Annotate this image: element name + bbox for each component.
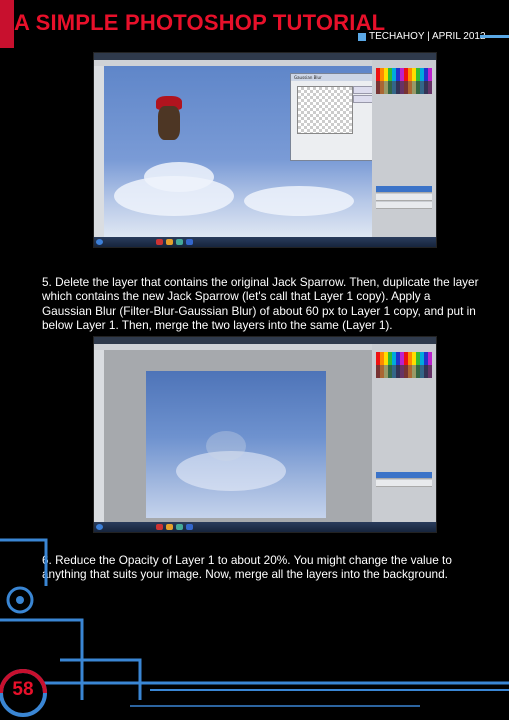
circuit-line	[0, 538, 48, 586]
circuit-line	[60, 658, 142, 700]
circuit-lines-svg	[0, 538, 509, 717]
circuit-dot-icon	[16, 596, 24, 604]
page-number: 58	[12, 679, 34, 700]
